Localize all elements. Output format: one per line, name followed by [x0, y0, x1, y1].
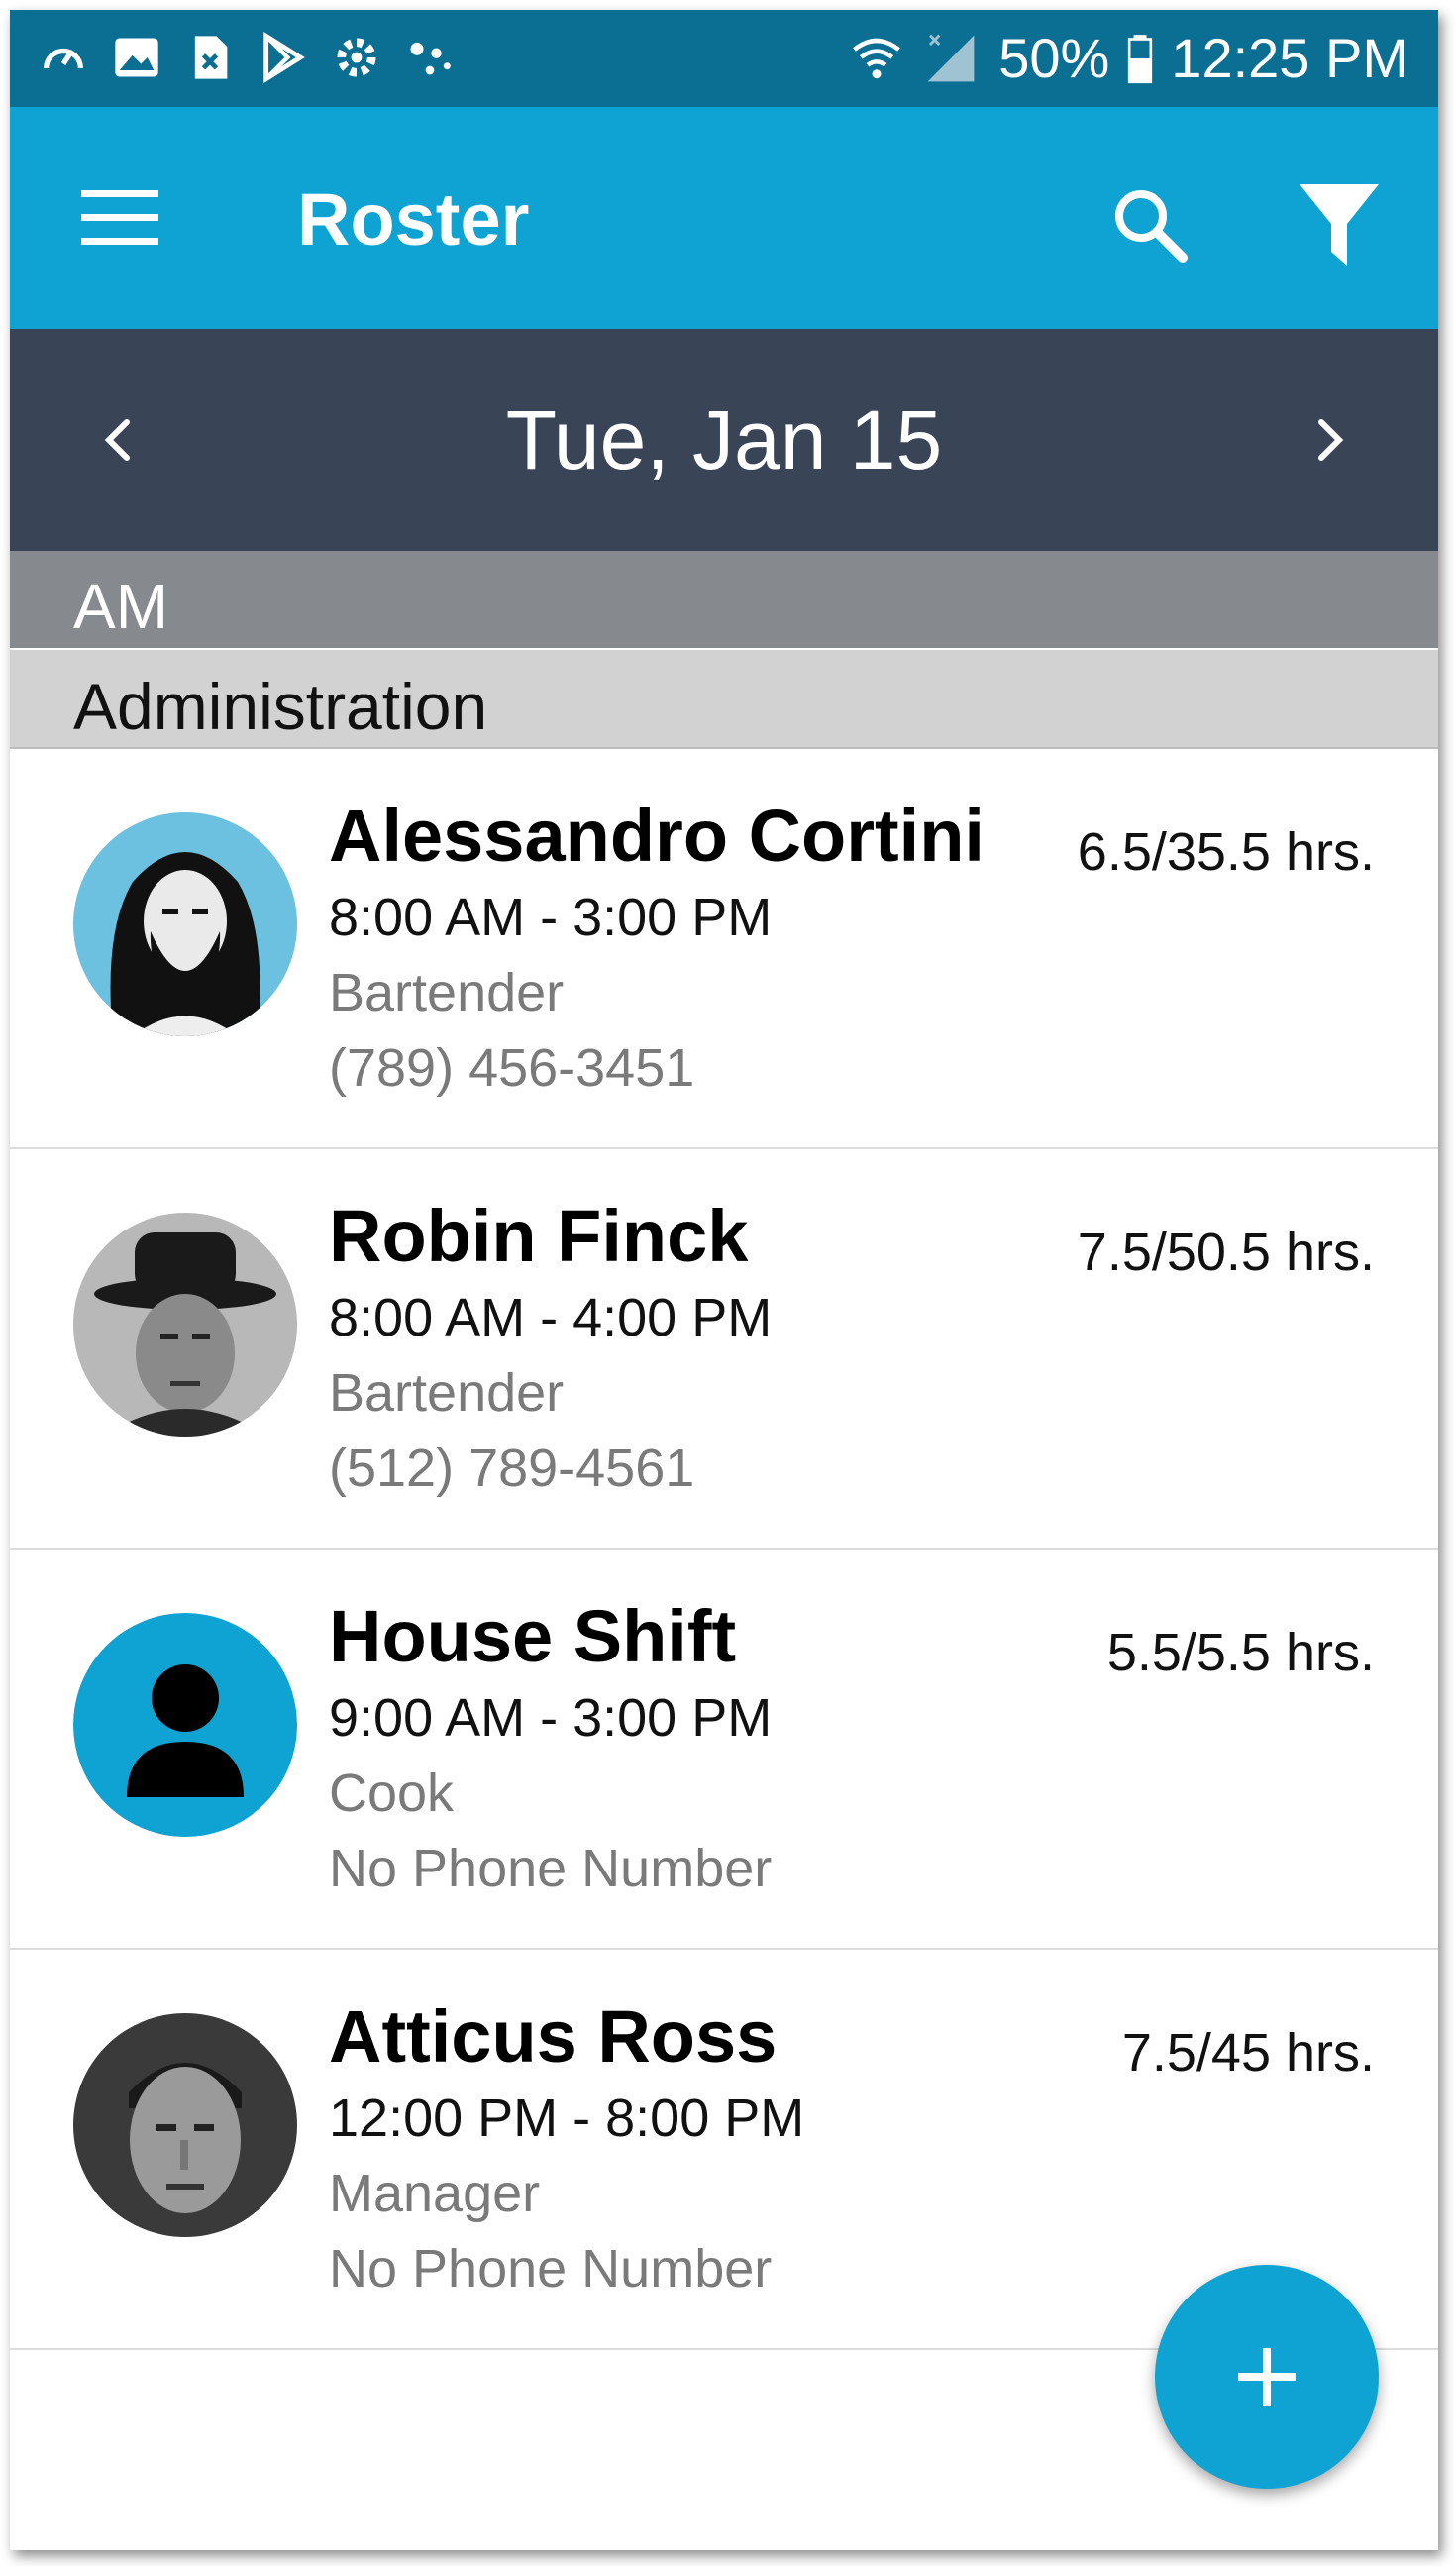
roster-row[interactable]: Robin Finck 8:00 AM - 4:00 PM Bartender … [10, 1149, 1438, 1550]
battery-icon [1128, 35, 1153, 84]
employee-phone: No Phone Number [329, 1839, 773, 1898]
play-store-icon [263, 32, 305, 83]
image-icon [115, 38, 158, 77]
employee-phone: No Phone Number [329, 2239, 773, 2299]
shift-time: 9:00 AM - 3:00 PM [329, 1688, 773, 1748]
hours-summary: 7.5/45 hrs. [1121, 2023, 1375, 2083]
roster-list: Alessandro Cortini 8:00 AM - 3:00 PM Bar… [10, 749, 1438, 2350]
employee-role: Cook [329, 1764, 455, 1823]
employee-role: Manager [329, 2164, 541, 2223]
hours-summary: 5.5/5.5 hrs. [1106, 1623, 1375, 1682]
employee-name: Alessandro Cortini [329, 795, 985, 877]
chevron-right-icon[interactable] [1300, 408, 1359, 472]
file-x-icon [194, 36, 228, 79]
employee-role: Bartender [329, 1363, 565, 1423]
avatar [73, 812, 297, 1036]
add-shift-button[interactable] [1155, 2265, 1379, 2489]
speedometer-icon [44, 48, 83, 69]
placeholder-person-icon [73, 1613, 297, 1837]
department-header: Administration [10, 650, 1438, 749]
employee-name: House Shift [329, 1595, 737, 1677]
avatar [73, 1213, 297, 1437]
signal-icon [927, 34, 975, 82]
gear-cog-icon [337, 38, 376, 77]
roster-row[interactable]: Alessandro Cortini 8:00 AM - 3:00 PM Bar… [10, 749, 1438, 1149]
phone-screen: 50% 12:25 PM Roster Tue, Jan 15 AM Admin… [10, 10, 1438, 2550]
page-title: Roster [297, 178, 530, 261]
plus-icon [1238, 2348, 1296, 2406]
battery-percent: 50% [998, 27, 1110, 89]
system-status: 50% 12:25 PM [850, 24, 1408, 93]
filter-icon[interactable] [1298, 180, 1381, 269]
status-bar: 50% 12:25 PM [10, 10, 1438, 107]
date-navigator: Tue, Jan 15 [10, 329, 1438, 551]
employee-name: Atticus Ross [329, 1995, 778, 2078]
notification-icons [38, 32, 456, 83]
clock: 12:25 PM [1171, 27, 1408, 89]
shift-time: 12:00 PM - 8:00 PM [329, 2088, 805, 2148]
wifi-icon [853, 38, 901, 79]
shift-section-header: AM [10, 551, 1438, 648]
hours-summary: 6.5/35.5 hrs. [1077, 822, 1375, 882]
employee-phone: (789) 456-3451 [329, 1038, 695, 1098]
dots-icon [410, 42, 451, 75]
hours-summary: 7.5/50.5 hrs. [1077, 1223, 1375, 1282]
search-icon[interactable] [1109, 184, 1189, 264]
employee-phone: (512) 789-4561 [329, 1439, 695, 1498]
shift-time: 8:00 AM - 4:00 PM [329, 1288, 773, 1347]
hamburger-menu-icon[interactable] [81, 184, 158, 252]
employee-name: Robin Finck [329, 1195, 749, 1277]
shift-time: 8:00 AM - 3:00 PM [329, 888, 773, 947]
current-date[interactable]: Tue, Jan 15 [10, 392, 1438, 487]
shift-section-label: AM [73, 571, 168, 642]
app-bar: Roster [10, 107, 1438, 329]
employee-role: Bartender [329, 963, 565, 1022]
roster-row[interactable]: House Shift 9:00 AM - 3:00 PM Cook No Ph… [10, 1550, 1438, 1950]
avatar [73, 2013, 297, 2237]
department-label: Administration [73, 670, 488, 743]
